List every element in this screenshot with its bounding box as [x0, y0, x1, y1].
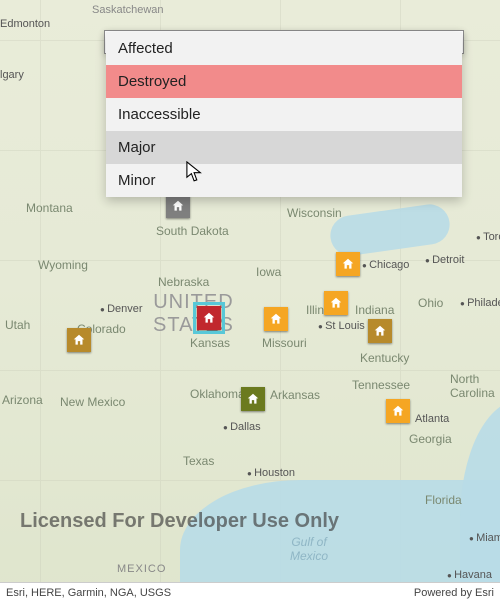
- dropdown-option-affected[interactable]: Affected: [106, 32, 462, 65]
- label-tennessee: Tennessee: [352, 378, 410, 392]
- dropdown-option-minor[interactable]: Minor: [106, 164, 462, 197]
- label-georgia: Georgia: [409, 432, 452, 446]
- label-mexico: MEXICO: [117, 563, 166, 575]
- label-ohio: Ohio: [418, 296, 443, 310]
- label-montana: Montana: [26, 201, 73, 215]
- label-dallas: Dallas: [223, 421, 261, 433]
- house-icon: [246, 392, 260, 406]
- label-indiana: Indiana: [355, 303, 394, 317]
- water-gulf: [180, 480, 500, 590]
- label-atlanta: Atlanta: [415, 413, 449, 425]
- label-arkansas: Arkansas: [270, 388, 320, 402]
- label-detroit: Detroit: [425, 254, 464, 266]
- house-icon: [373, 324, 387, 338]
- house-icon: [202, 311, 216, 325]
- label-edmonton: Edmonton: [0, 18, 50, 30]
- label-missouri: Missouri: [262, 336, 307, 350]
- label-iowa: Iowa: [256, 265, 281, 279]
- label-arizona: Arizona: [2, 393, 43, 407]
- label-utah: Utah: [5, 318, 30, 332]
- house-icon: [341, 257, 355, 271]
- label-texas: Texas: [183, 454, 214, 468]
- water-great-lakes: [328, 202, 452, 258]
- label-wisconsin: Wisconsin: [287, 206, 342, 220]
- marker-olive[interactable]: [241, 387, 265, 411]
- house-icon: [269, 312, 283, 326]
- marker-orange-1[interactable]: [264, 307, 288, 331]
- dropdown-option-major[interactable]: Major: [106, 131, 462, 164]
- label-wyoming: Wyoming: [38, 258, 88, 272]
- label-kansas: Kansas: [190, 336, 230, 350]
- attribution-left: Esri, HERE, Garmin, NGA, USGS: [6, 587, 171, 599]
- house-icon: [171, 199, 185, 213]
- water-atlantic: [460, 400, 500, 590]
- label-ncarolina: North Carolina: [450, 372, 495, 400]
- marker-red[interactable]: [197, 306, 221, 330]
- attribution-bar: Esri, HERE, Garmin, NGA, USGS Powered by…: [0, 582, 500, 602]
- label-nebraska: Nebraska: [158, 275, 209, 289]
- house-icon: [72, 333, 86, 347]
- marker-orange-4[interactable]: [386, 399, 410, 423]
- label-saskatchewan: Saskatchewan: [92, 4, 164, 16]
- label-calgary: lgary: [0, 69, 24, 81]
- label-houston: Houston: [247, 467, 295, 479]
- house-icon: [391, 404, 405, 418]
- marker-orange-3[interactable]: [336, 252, 360, 276]
- marker-orange-2[interactable]: [324, 291, 348, 315]
- dropdown-option-inaccessible[interactable]: Inaccessible: [106, 98, 462, 131]
- dropdown-option-destroyed[interactable]: Destroyed: [106, 65, 462, 98]
- marker-brown-2[interactable]: [368, 319, 392, 343]
- label-newmexico: New Mexico: [60, 395, 125, 409]
- label-denver: Denver: [100, 303, 143, 315]
- map-canvas[interactable]: Saskatchewan Edmonton lgary Montana Wyom…: [0, 0, 500, 602]
- label-philadelphia: Philadel: [460, 297, 500, 309]
- label-stlouis: St Louis: [318, 320, 365, 332]
- label-chicago: Chicago: [362, 259, 409, 271]
- label-country: UNITED STATES: [153, 291, 234, 337]
- label-kentucky: Kentucky: [360, 351, 409, 365]
- marker-brown-1[interactable]: [67, 328, 91, 352]
- house-icon: [329, 296, 343, 310]
- label-oklahoma: Oklahoma: [190, 387, 245, 401]
- marker-gray[interactable]: [166, 194, 190, 218]
- label-southdakota: South Dakota: [156, 224, 229, 238]
- attribution-right[interactable]: Powered by Esri: [414, 587, 494, 599]
- damage-dropdown[interactable]: AffectedDestroyedInaccessibleMajorMinor: [106, 32, 462, 197]
- label-toronto: Toro: [476, 231, 500, 243]
